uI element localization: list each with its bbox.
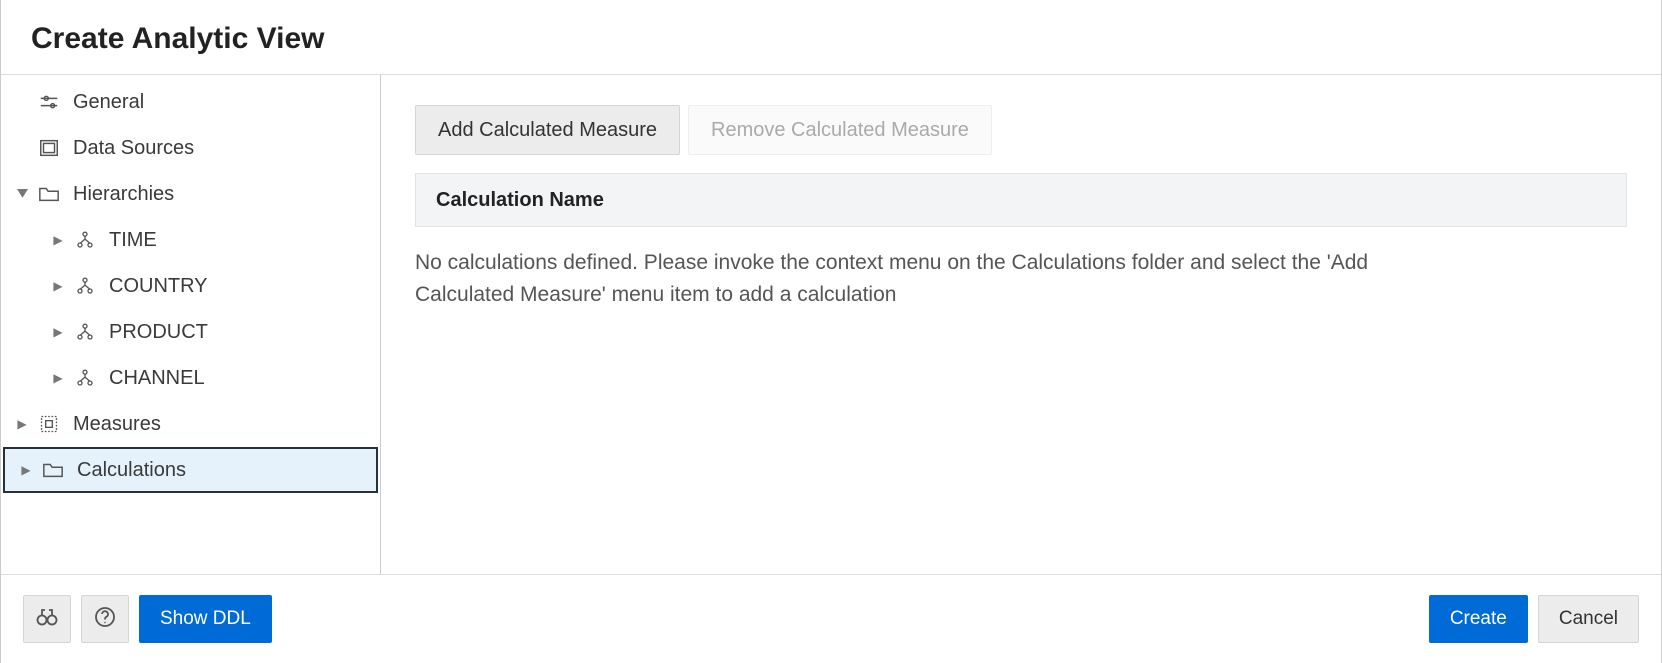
- data-source-icon: [35, 137, 63, 159]
- binoculars-icon: [35, 605, 59, 634]
- measures-icon: [35, 414, 63, 434]
- sidebar-item-label: Data Sources: [73, 137, 194, 160]
- sidebar: ▶ General ▶ Data Sources Hierarchies: [1, 75, 381, 574]
- table-column-header: Calculation Name: [415, 173, 1627, 227]
- chevron-right-icon: ▶: [13, 417, 31, 431]
- empty-state-text: No calculations defined. Please invoke t…: [415, 247, 1465, 310]
- sidebar-item-hierarchy-time[interactable]: ▶ TIME: [1, 217, 380, 263]
- sidebar-item-measures[interactable]: ▶ Measures: [1, 401, 380, 447]
- sidebar-item-hierarchies[interactable]: Hierarchies: [1, 171, 380, 217]
- page-title: Create Analytic View: [1, 0, 1661, 74]
- folder-icon: [35, 184, 63, 204]
- hierarchy-icon: [71, 368, 99, 388]
- help-icon: [93, 605, 117, 634]
- search-button[interactable]: [23, 595, 71, 643]
- hierarchy-icon: [71, 230, 99, 250]
- sidebar-item-label: CHANNEL: [109, 367, 205, 390]
- sidebar-item-label: Measures: [73, 413, 161, 436]
- cancel-button[interactable]: Cancel: [1538, 595, 1639, 643]
- sidebar-item-label: General: [73, 91, 144, 114]
- chevron-right-icon: ▶: [49, 233, 67, 247]
- chevron-right-icon: ▶: [17, 463, 35, 477]
- main-panel: Add Calculated Measure Remove Calculated…: [381, 75, 1661, 574]
- chevron-right-icon: ▶: [49, 279, 67, 293]
- sidebar-item-label: Hierarchies: [73, 183, 174, 206]
- show-ddl-button[interactable]: Show DDL: [139, 595, 272, 643]
- sidebar-item-hierarchy-country[interactable]: ▶ COUNTRY: [1, 263, 380, 309]
- sidebar-item-label: TIME: [109, 229, 157, 252]
- chevron-right-icon: ▶: [49, 325, 67, 339]
- footer: Show DDL Create Cancel: [1, 575, 1661, 663]
- sidebar-item-label: COUNTRY: [109, 275, 208, 298]
- sidebar-item-label: PRODUCT: [109, 321, 208, 344]
- sliders-icon: [35, 91, 63, 113]
- sidebar-item-label: Calculations: [77, 459, 186, 482]
- folder-icon: [39, 460, 67, 480]
- sidebar-item-general[interactable]: ▶ General: [1, 79, 380, 125]
- toolbar: Add Calculated Measure Remove Calculated…: [415, 105, 1627, 155]
- create-button[interactable]: Create: [1429, 595, 1528, 643]
- chevron-down-icon: [13, 189, 31, 200]
- hierarchy-icon: [71, 322, 99, 342]
- help-button[interactable]: [81, 595, 129, 643]
- sidebar-item-data-sources[interactable]: ▶ Data Sources: [1, 125, 380, 171]
- chevron-right-icon: ▶: [49, 371, 67, 385]
- sidebar-item-calculations[interactable]: ▶ Calculations: [3, 447, 378, 493]
- remove-calculated-measure-button: Remove Calculated Measure: [688, 105, 992, 155]
- hierarchy-icon: [71, 276, 99, 296]
- sidebar-item-hierarchy-channel[interactable]: ▶ CHANNEL: [1, 355, 380, 401]
- add-calculated-measure-button[interactable]: Add Calculated Measure: [415, 105, 680, 155]
- sidebar-item-hierarchy-product[interactable]: ▶ PRODUCT: [1, 309, 380, 355]
